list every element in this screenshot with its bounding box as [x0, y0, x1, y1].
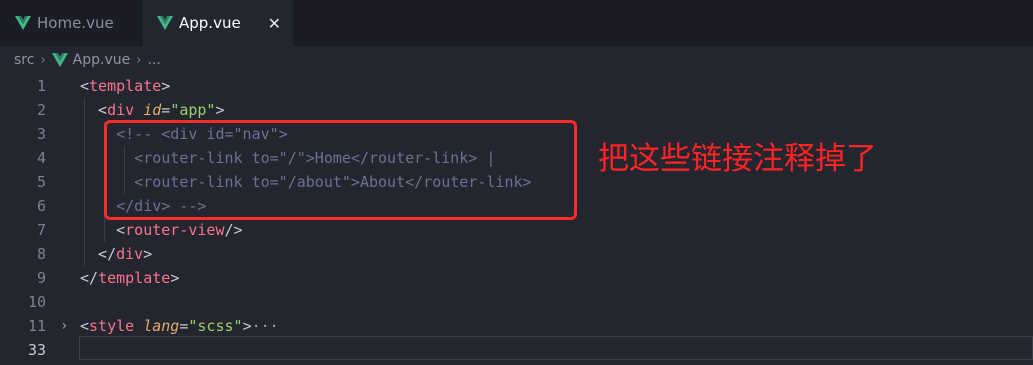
code-line[interactable]: 33 — [0, 338, 1033, 362]
line-number: 10 — [27, 293, 46, 311]
code-token: div — [116, 245, 144, 263]
code-token: > — [242, 317, 252, 335]
code-token: > — [143, 245, 153, 263]
code-line[interactable]: 2 <div id="app"> — [0, 98, 1033, 122]
highlight-box — [104, 120, 577, 220]
code-token: template — [89, 77, 162, 95]
code-line[interactable]: 8 </div> — [0, 242, 1033, 266]
line-number: 2 — [36, 101, 46, 119]
vue-logo-icon — [157, 16, 173, 30]
line-number: 4 — [36, 149, 46, 167]
annotation-text: 把这些链接注释掉了 — [598, 141, 877, 177]
vue-logo-icon — [51, 53, 68, 67]
tab-home-vue[interactable]: Home.vue — [0, 0, 142, 46]
code-line[interactable]: 7 <router-view/> — [0, 218, 1033, 242]
code-text: <router-view/> — [80, 218, 243, 242]
close-icon[interactable]: ✕ — [268, 14, 281, 33]
chevron-right-icon: › — [136, 52, 142, 68]
code-token: "scss" — [188, 317, 243, 335]
line-number: 8 — [36, 245, 46, 263]
breadcrumb-folder[interactable]: src — [14, 52, 34, 68]
code-token: </ — [80, 245, 117, 263]
code-token: < — [80, 77, 90, 95]
code-text: <template> — [80, 74, 170, 98]
code-text: </div> — [80, 242, 152, 266]
tab-label: Home.vue — [37, 14, 114, 32]
code-text: <div id="app"> — [80, 98, 225, 122]
code-token: = — [161, 101, 171, 119]
vue-logo-icon — [15, 16, 31, 30]
line-number: 3 — [36, 125, 46, 143]
code-token: router-view — [125, 221, 225, 239]
line-number: 33 — [27, 341, 46, 359]
tab-bar: Home.vue App.vue ✕ — [0, 0, 1033, 46]
breadcrumb-symbols[interactable]: ... — [147, 52, 160, 68]
line-number: 6 — [36, 197, 46, 215]
code-token: < — [80, 101, 108, 119]
code-token: "app" — [170, 101, 216, 119]
line-number: 5 — [36, 173, 46, 191]
code-line[interactable]: 9 </template> — [0, 266, 1033, 290]
code-token: id — [143, 101, 162, 119]
code-token: < — [80, 317, 90, 335]
code-line[interactable]: 10 — [0, 290, 1033, 314]
code-token: > — [170, 269, 180, 287]
line-number: 1 — [36, 77, 46, 95]
code-token: template — [98, 269, 171, 287]
line-number: 7 — [36, 221, 46, 239]
code-token: < — [80, 221, 126, 239]
code-line[interactable]: 11 › <style lang="scss">··· — [0, 314, 1033, 338]
code-token: ··· — [251, 317, 279, 335]
code-text: </template> — [80, 266, 179, 290]
breadcrumb: src › App.vue › ... — [0, 46, 1033, 74]
code-token: > — [161, 77, 171, 95]
code-token: </ — [80, 269, 99, 287]
code-token: lang — [143, 317, 180, 335]
code-token: > — [215, 101, 225, 119]
code-line[interactable]: 1 <template> — [0, 74, 1033, 98]
breadcrumb-file[interactable]: App.vue — [73, 52, 131, 68]
fold-chevron-icon[interactable]: › — [60, 314, 68, 338]
tab-app-vue[interactable]: App.vue ✕ — [142, 0, 293, 46]
code-token: div — [107, 101, 135, 119]
tab-label: App.vue — [179, 14, 241, 32]
code-text: <style lang="scss">··· — [80, 314, 279, 338]
code-token: /> — [224, 221, 243, 239]
line-number: 9 — [36, 269, 46, 287]
chevron-right-icon: › — [40, 52, 46, 68]
code-token: style — [89, 317, 135, 335]
line-number: 11 — [27, 317, 46, 335]
